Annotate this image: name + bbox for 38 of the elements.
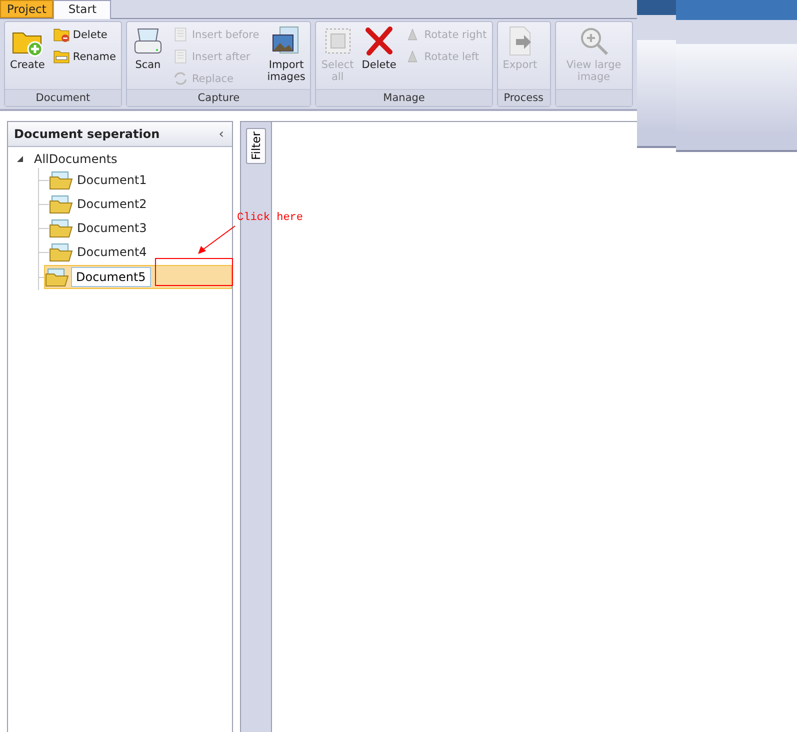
ribbon-button[interactable]: Delete bbox=[358, 24, 400, 72]
tree-row[interactable]: Document2 bbox=[49, 193, 151, 215]
ribbon-button[interactable]: Create bbox=[7, 24, 48, 72]
folder-icon bbox=[49, 194, 73, 214]
folder-icon bbox=[49, 170, 73, 190]
ribbon-tab[interactable]: Start bbox=[53, 0, 112, 19]
ribbon-button[interactable]: Delete bbox=[50, 24, 119, 45]
tree-row[interactable]: Document3 bbox=[49, 217, 151, 239]
collapse-button[interactable]: ‹ bbox=[216, 126, 226, 142]
ribbon-button[interactable]: Import images bbox=[264, 24, 308, 84]
folder-icon bbox=[49, 242, 73, 262]
cross-icon bbox=[363, 25, 396, 57]
panel-title: Document seperation bbox=[14, 127, 160, 141]
group-label: Process bbox=[498, 89, 550, 106]
cycle-icon bbox=[172, 70, 189, 87]
ribbon-button[interactable]: Scan bbox=[128, 24, 167, 72]
tree-item[interactable]: Document2 bbox=[75, 197, 149, 211]
tree-row[interactable]: Document4 bbox=[49, 241, 151, 263]
group-label: Capture bbox=[126, 89, 310, 106]
folder-icon bbox=[49, 218, 73, 238]
annotation-text: Click here bbox=[237, 212, 304, 224]
tree-item[interactable]: Document3 bbox=[75, 221, 149, 235]
rename-field[interactable]: Document5 bbox=[71, 267, 151, 287]
tree-item[interactable]: Document4 bbox=[75, 245, 149, 259]
group-label: Manage bbox=[316, 89, 492, 106]
ribbon-tab[interactable]: Project bbox=[0, 0, 54, 18]
expanded-triangle-icon[interactable] bbox=[16, 155, 24, 163]
tree-item[interactable]: Document1 bbox=[75, 173, 149, 187]
ribbon-button[interactable]: Rename bbox=[50, 46, 119, 67]
group-label: Document bbox=[5, 89, 121, 106]
filter-tab[interactable]: Filter bbox=[246, 128, 266, 164]
folder-rename-icon bbox=[52, 48, 70, 65]
folder-minus-icon bbox=[52, 26, 70, 43]
selected-tree-row[interactable]: Document5 bbox=[44, 265, 232, 289]
tree-row[interactable]: Document1 bbox=[49, 169, 151, 191]
annotation-arrow bbox=[197, 225, 237, 255]
folder-icon bbox=[45, 267, 69, 287]
tree-item[interactable]: AllDocuments bbox=[32, 152, 120, 166]
